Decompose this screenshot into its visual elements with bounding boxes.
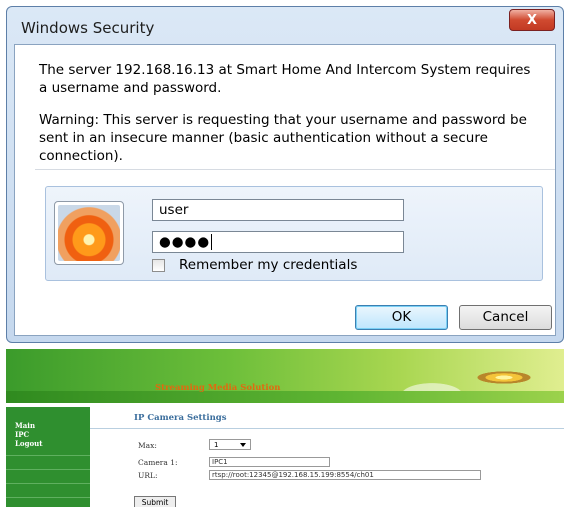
divider	[35, 169, 555, 170]
camera-name-input[interactable]: IPC1	[209, 457, 330, 467]
url-label: URL:	[138, 471, 158, 480]
nav-ipc[interactable]: IPC	[6, 430, 90, 439]
nav-main[interactable]: Main	[6, 421, 90, 430]
dialog-title: Windows Security	[21, 19, 155, 37]
windows-security-dialog: Windows Security X The server 192.168.16…	[6, 6, 564, 343]
ok-button[interactable]: OK	[355, 305, 448, 330]
password-field[interactable]: ●●●●	[152, 231, 404, 253]
username-value: user	[159, 202, 189, 218]
dropdown-arrow-icon	[240, 443, 246, 447]
banner-title: Streaming Media Solution	[155, 383, 281, 393]
submit-button[interactable]: Submit	[134, 496, 176, 507]
sidebar-divider	[6, 455, 90, 456]
server-message: The server 192.168.16.13 at Smart Home A…	[39, 62, 531, 96]
credential-tile[interactable]: user ●●●● Remember my credentials	[45, 186, 543, 281]
max-select[interactable]: 1	[209, 439, 251, 450]
sidebar-divider	[6, 483, 90, 484]
url-input[interactable]: rtsp://root:12345@192.168.15.199:8554/ch…	[209, 470, 481, 480]
dialog-body: The server 192.168.16.13 at Smart Home A…	[14, 44, 556, 336]
camera-label: Camera 1:	[138, 458, 178, 467]
password-value: ●●●●	[159, 234, 211, 250]
section-rule	[90, 428, 564, 429]
text-caret	[211, 234, 213, 250]
sidebar-divider	[6, 469, 90, 470]
sidebar: Main IPC Logout	[6, 407, 90, 507]
warning-message: Warning: This server is requesting that …	[39, 112, 527, 164]
flower-user-icon	[54, 201, 124, 265]
section-title: IP Camera Settings	[134, 413, 227, 423]
settings-panel: IP Camera Settings Max: 1 Camera 1: IPC1…	[90, 407, 564, 507]
close-icon: X	[526, 12, 538, 28]
user-picture	[58, 205, 120, 261]
nav-logout[interactable]: Logout	[6, 439, 90, 448]
remember-label[interactable]: Remember my credentials	[179, 257, 357, 273]
title-bar[interactable]: Windows Security X	[7, 7, 563, 45]
max-value: 1	[214, 441, 219, 449]
username-field[interactable]: user	[152, 199, 404, 221]
url-value: rtsp://root:12345@192.168.15.199:8554/ch…	[212, 471, 374, 479]
cancel-button[interactable]: Cancel	[459, 305, 552, 330]
sidebar-divider	[6, 497, 90, 498]
header-banner: Streaming Media Solution	[6, 349, 564, 409]
close-button[interactable]: X	[509, 9, 555, 31]
max-label: Max:	[138, 441, 157, 450]
banner-band	[6, 391, 564, 403]
camera-name-value: IPC1	[212, 458, 228, 466]
remember-checkbox[interactable]	[152, 259, 165, 272]
camera-settings-page: Streaming Media Solution Main IPC Logout…	[6, 349, 564, 507]
